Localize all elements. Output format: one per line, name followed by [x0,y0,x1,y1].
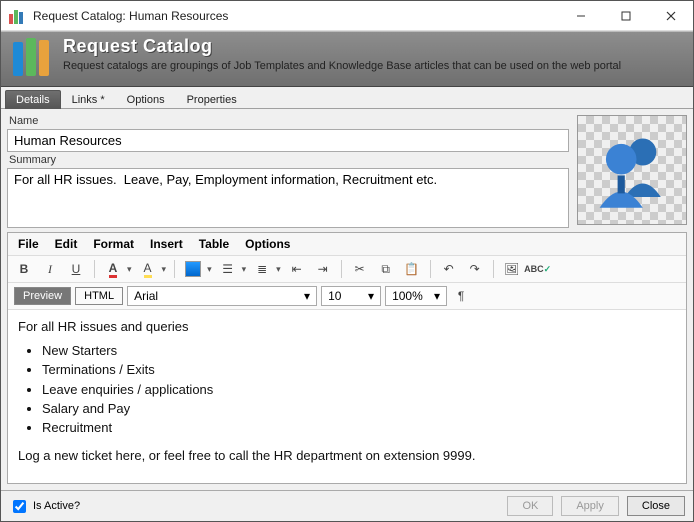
chevron-down-icon[interactable]: ▾ [127,264,132,275]
tab-properties[interactable]: Properties [176,90,248,109]
zoom-selector[interactable]: 100%▾ [385,286,447,306]
tab-options[interactable]: Options [116,90,176,109]
indent-button[interactable]: ⇥ [313,259,333,279]
bold-button[interactable]: B [14,259,34,279]
pilcrow-button[interactable]: ¶ [451,286,471,306]
minimize-button[interactable] [558,1,603,30]
menu-format[interactable]: Format [93,237,134,251]
content-intro: For all HR issues and queries [18,318,676,336]
is-active-checkbox[interactable]: Is Active? [9,497,80,516]
summary-label: Summary [7,154,569,166]
summary-input[interactable]: For all HR issues. Leave, Pay, Employmen… [7,168,569,228]
menu-edit[interactable]: Edit [55,237,78,251]
is-active-label: Is Active? [33,500,80,512]
chevron-down-icon[interactable]: ▾ [276,264,281,275]
close-button[interactable] [648,1,693,30]
menu-insert[interactable]: Insert [150,237,183,251]
window: Request Catalog: Human Resources Request… [0,0,694,522]
is-active-input[interactable] [13,500,26,513]
insert-image-button[interactable]: 🖼 [502,259,522,279]
editor-toolbar-view: Preview HTML Arial▾ 10▾ 100%▾ ¶ [8,283,686,310]
menu-options[interactable]: Options [245,237,290,251]
list-item: Salary and Pay [42,400,676,418]
underline-button[interactable]: U [66,259,86,279]
list-item: Recruitment [42,419,676,437]
list-item: New Starters [42,342,676,360]
header-band: Request Catalog Request catalogs are gro… [1,31,693,87]
tab-details[interactable]: Details [5,90,61,109]
editor-content[interactable]: For all HR issues and queries New Starte… [8,310,686,483]
rich-editor: File Edit Format Insert Table Options B … [7,232,687,484]
content-outro: Log a new ticket here, or feel free to c… [18,447,676,465]
image-thumbnail[interactable] [577,115,687,225]
editor-toolbar-format: B I U A ▾ A ▾ ▾ ☰ ▾ ≣ ▾ ⇤ ⇥ ✂ ⧉ 📋 ↶ ↷ [8,256,686,283]
tab-links[interactable]: Links * [61,90,116,109]
font-size-selector[interactable]: 10▾ [321,286,381,306]
bullet-list-button[interactable]: ☰ [218,259,238,279]
chevron-down-icon[interactable]: ▾ [207,264,212,275]
outdent-button[interactable]: ⇤ [287,259,307,279]
back-color-button[interactable] [183,259,203,279]
number-list-button[interactable]: ≣ [252,259,272,279]
footer: Is Active? OK Apply Close [1,490,693,521]
titlebar: Request Catalog: Human Resources [1,1,693,31]
list-item: Terminations / Exits [42,361,676,379]
catalog-icon [9,36,53,80]
content-list: New Starters Terminations / Exits Leave … [42,342,676,437]
menu-file[interactable]: File [18,237,39,251]
apply-button[interactable]: Apply [561,496,619,516]
editor-menubar: File Edit Format Insert Table Options [8,233,686,256]
undo-button[interactable]: ↶ [439,259,459,279]
maximize-button[interactable] [603,1,648,30]
people-icon [587,125,677,215]
list-item: Leave enquiries / applications [42,381,676,399]
preview-tab[interactable]: Preview [14,287,71,305]
ok-button[interactable]: OK [507,496,553,516]
name-input[interactable] [7,129,569,152]
italic-button[interactable]: I [40,259,60,279]
font-selector[interactable]: Arial▾ [127,286,317,306]
font-color-button[interactable]: A [103,259,123,279]
menu-table[interactable]: Table [199,237,229,251]
tabstrip: Details Links * Options Properties [1,87,693,109]
tab-body: Name Summary For all HR issues. Leave, P… [1,109,693,490]
copy-button[interactable]: ⧉ [376,259,396,279]
close-button-footer[interactable]: Close [627,496,685,516]
name-label: Name [7,115,569,127]
header-title: Request Catalog [63,36,685,57]
window-title: Request Catalog: Human Resources [33,9,558,23]
spellcheck-button[interactable]: ABC✓ [528,259,548,279]
chevron-down-icon[interactable]: ▾ [242,264,247,275]
paste-button[interactable]: 📋 [402,259,422,279]
app-icon [9,8,25,24]
html-tab[interactable]: HTML [75,287,123,305]
redo-button[interactable]: ↷ [465,259,485,279]
chevron-down-icon[interactable]: ▾ [162,264,167,275]
highlight-button[interactable]: A [138,259,158,279]
cut-button[interactable]: ✂ [350,259,370,279]
header-description: Request catalogs are groupings of Job Te… [63,59,685,73]
